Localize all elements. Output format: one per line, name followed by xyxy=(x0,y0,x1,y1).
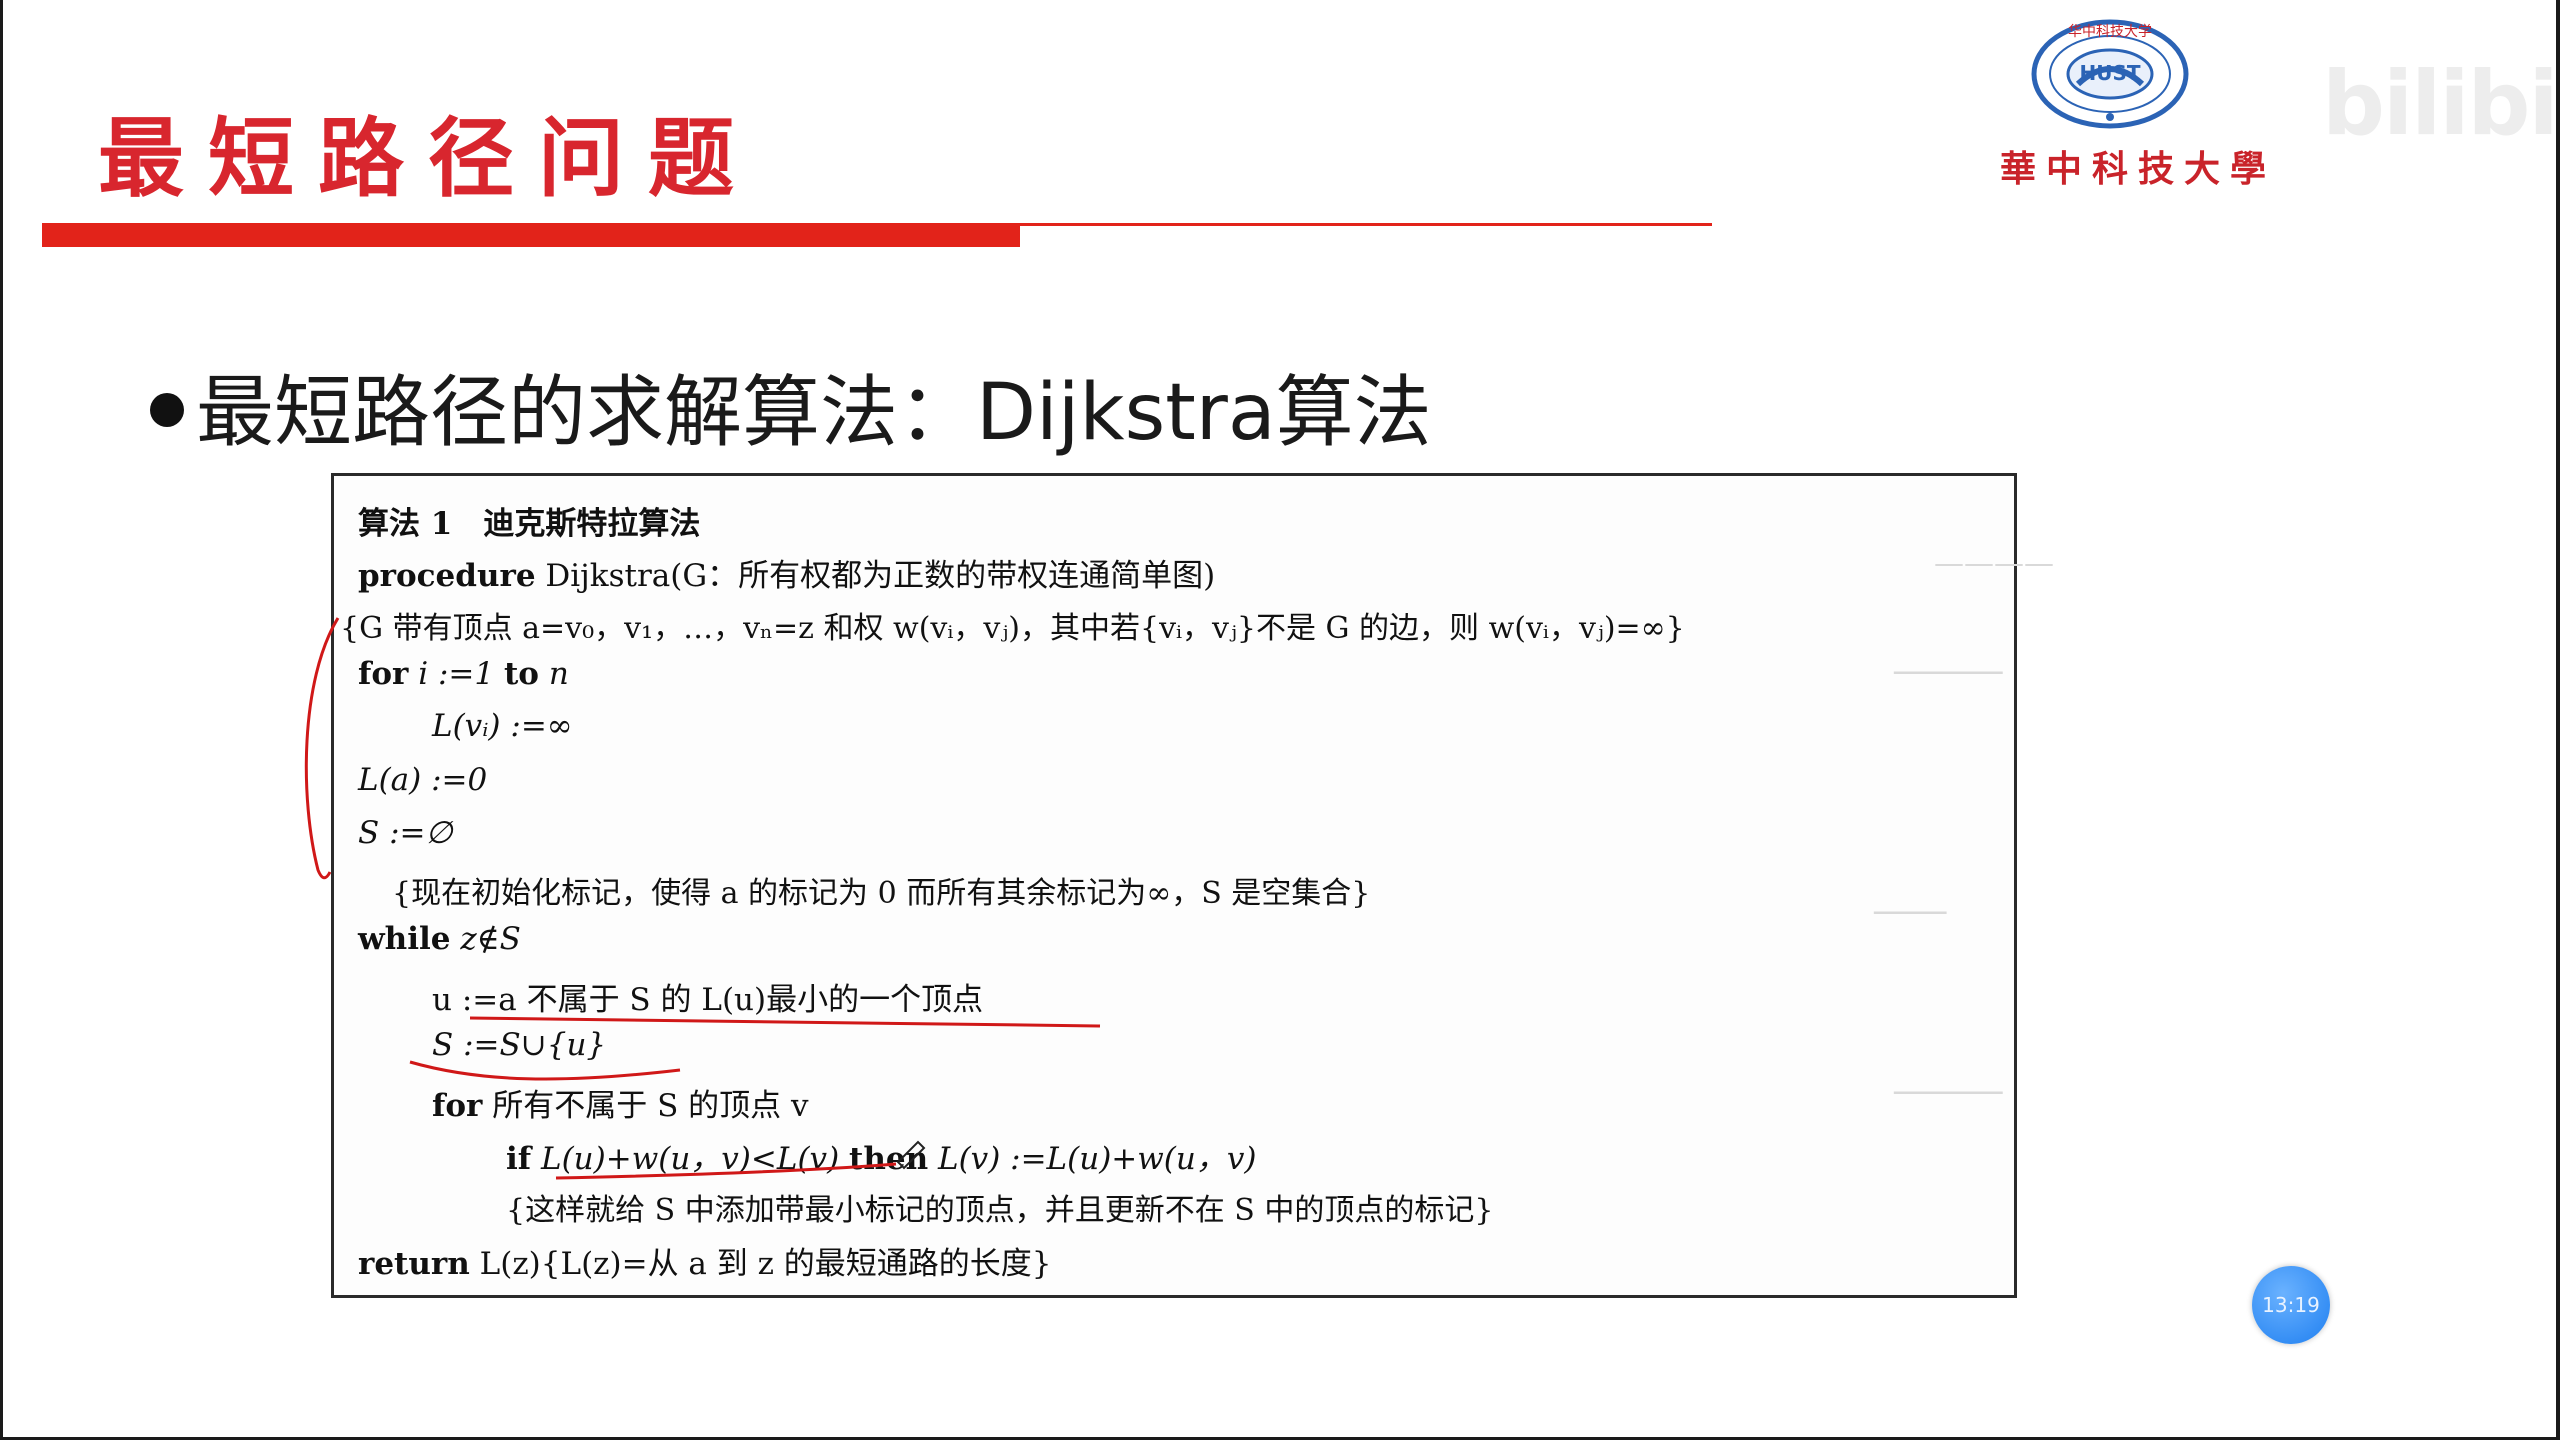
slide-title: 最短路径问题 xyxy=(98,109,758,209)
algorithm-for-unvisited: for 所有不属于 S 的顶点 v xyxy=(432,1088,809,1124)
bilibili-watermark: bilibili xyxy=(2322,52,2560,155)
scan-ghost-text: ────── xyxy=(1894,656,2003,691)
algorithm-init-source: L(a) :=0 xyxy=(358,762,488,798)
algorithm-choose-vertex: u :=a 不属于 S 的 L(u)最小的一个顶点 xyxy=(432,982,984,1018)
university-seal-logo: HUST 华中科技大学 xyxy=(2031,19,2189,129)
time-badge[interactable]: 13:19 xyxy=(2252,1266,2330,1344)
university-name: 華中科技大學 xyxy=(2000,148,2277,190)
algorithm-init-labels: L(vᵢ) :=∞ xyxy=(432,708,573,744)
algorithm-procedure-line: procedure Dijkstra(G：所有权都为正数的带权连通简单图) xyxy=(358,558,1216,594)
title-underline-thin xyxy=(1020,223,1712,226)
scan-ghost-text: ────── xyxy=(1894,1076,2003,1111)
frame-left-border xyxy=(0,0,3,1440)
algorithm-for-init: for i :=1 to n xyxy=(358,656,569,692)
algorithm-comment-update: {这样就给 S 中添加带最小标记的顶点，并且更新不在 S 中的顶点的标记} xyxy=(506,1193,1494,1228)
algorithm-comment-init: {现在初始化标记，使得 a 的标记为 0 而所有其余标记为∞，S 是空集合} xyxy=(392,876,1371,911)
frame-right-border xyxy=(2556,0,2560,1440)
bullet-icon xyxy=(150,392,184,427)
scan-ghost-text: ──── xyxy=(1874,896,1947,931)
scan-ghost-text: ———— xyxy=(1934,546,2054,581)
algorithm-while-line: while z∉S xyxy=(358,921,521,957)
algorithm-if-relax: if L(u)+w(u，v)<L(v) then L(v) :=L(u)+w(u… xyxy=(506,1141,1257,1177)
algorithm-comment-graph: {G 带有顶点 a=v₀，v₁，…，vₙ=z 和权 w(vᵢ，vⱼ)，其中若{v… xyxy=(340,611,1685,646)
algorithm-add-vertex: S :=S∪{u} xyxy=(432,1027,607,1063)
section-heading: 最短路径的求解算法：Dijkstra算法 xyxy=(150,350,1432,462)
algorithm-return-line: return L(z){L(z)=从 a 到 z 的最短通路的长度} xyxy=(358,1246,1052,1282)
title-underline-thick xyxy=(42,223,1020,247)
algorithm-header: 算法 1 迪克斯特拉算法 xyxy=(358,506,701,542)
section-heading-text: 最短路径的求解算法：Dijkstra算法 xyxy=(196,368,1432,458)
algorithm-init-set: S :=∅ xyxy=(358,815,453,851)
seal-arc-text: 华中科技大学 xyxy=(2068,24,2152,40)
seal-center-text: HUST xyxy=(2079,61,2140,85)
